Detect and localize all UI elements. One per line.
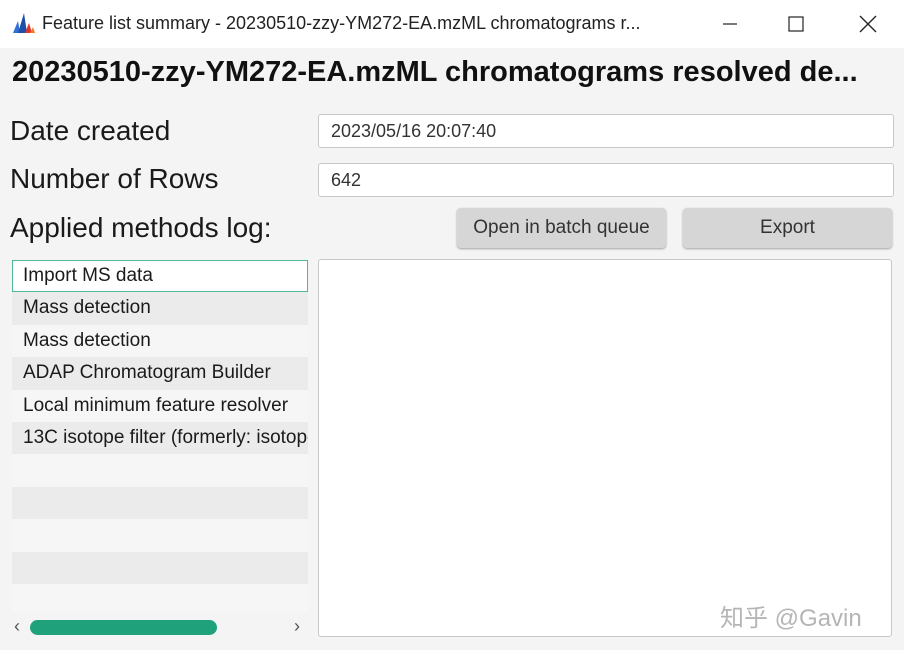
scroll-right-icon[interactable]: ›: [294, 616, 300, 637]
open-in-batch-queue-button[interactable]: Open in batch queue: [457, 208, 666, 248]
maximize-button[interactable]: [768, 0, 824, 48]
close-icon: [859, 15, 877, 33]
methods-log-list[interactable]: Import MS data Mass detection Mass detec…: [12, 260, 308, 612]
empty-list-row: [12, 551, 308, 584]
methods-log-label: Applied methods log:: [10, 212, 272, 243]
scrollbar-thumb[interactable]: [30, 620, 217, 635]
list-item[interactable]: Mass detection: [12, 324, 308, 358]
number-of-rows-field[interactable]: 642: [318, 163, 894, 197]
list-item[interactable]: Import MS data: [12, 260, 308, 293]
minimize-button[interactable]: [702, 0, 758, 48]
watermark: 知乎 @Gavin: [720, 605, 862, 632]
scroll-left-icon[interactable]: ‹: [14, 616, 20, 637]
method-details-textarea[interactable]: [318, 259, 892, 637]
list-item[interactable]: ADAP Chromatogram Builder: [12, 357, 308, 390]
minimize-icon: [723, 23, 737, 25]
date-created-label: Date created: [10, 115, 171, 146]
list-item[interactable]: 13C isotope filter (formerly: isotope gr…: [12, 421, 308, 455]
empty-list-row: [12, 519, 308, 552]
chart-peaks-icon: [13, 13, 35, 33]
number-of-rows-label: Number of Rows: [10, 163, 219, 194]
empty-list-row: [12, 583, 308, 612]
maximize-icon: [788, 16, 804, 32]
horizontal-scrollbar[interactable]: ‹ ›: [12, 614, 308, 640]
date-created-field[interactable]: 2023/05/16 20:07:40: [318, 114, 894, 148]
title-bar: Feature list summary - 20230510-zzy-YM27…: [0, 0, 904, 48]
window-title: Feature list summary - 20230510-zzy-YM27…: [42, 13, 641, 33]
list-item[interactable]: Local minimum feature resolver: [12, 389, 308, 422]
close-button[interactable]: [840, 0, 896, 48]
page-title: 20230510-zzy-YM272-EA.mzML chromatograms…: [12, 56, 858, 88]
empty-list-row: [12, 454, 308, 487]
export-button[interactable]: Export: [683, 208, 892, 248]
list-item[interactable]: Mass detection: [12, 292, 308, 325]
empty-list-row: [12, 486, 308, 520]
